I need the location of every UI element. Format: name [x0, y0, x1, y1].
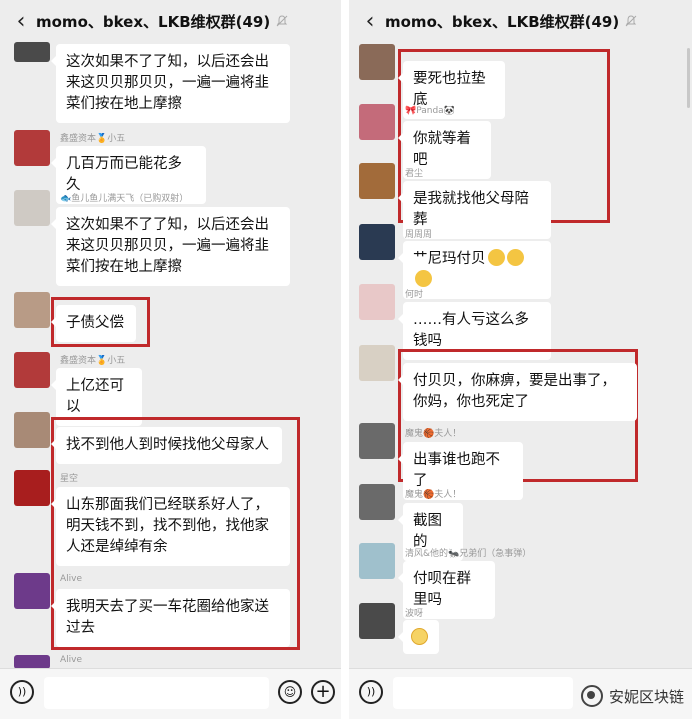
watermark: 安妮区块链: [580, 685, 684, 707]
sender-name: 🐟鱼儿鱼儿满天飞（已购双射）: [60, 194, 189, 204]
avatar[interactable]: [359, 44, 395, 80]
sender-name: 魔鬼🏀夫人！: [405, 490, 462, 500]
avatar[interactable]: [359, 484, 395, 520]
sad-emoji-icon: [415, 270, 432, 287]
message-bubble: 付贝贝，你麻痹，要是出事了，你妈，你也死定了: [398, 363, 637, 421]
sender-name: Alive: [60, 655, 83, 665]
message-bubble: [398, 620, 439, 654]
avatar[interactable]: [14, 130, 50, 166]
sad-emoji-icon: [506, 249, 524, 266]
message-text: 艹尼玛付贝: [413, 251, 486, 267]
panel-divider: [341, 0, 349, 719]
avatar[interactable]: [359, 543, 395, 579]
chat-panel-right: ‹ momo、bkex、LKB维权群(49) 要死也拉垫底 🎀Panda🐼 你就…: [349, 0, 692, 719]
message-bubble: 这次如果不了了知，以后还会出来这贝贝那贝贝，一遍一遍将韭菜们按在地上摩擦: [51, 44, 290, 123]
avatar[interactable]: [359, 284, 395, 320]
message-bubble: 我明天去了买一车花圈给他家送过去: [51, 589, 290, 647]
avatar[interactable]: [359, 104, 395, 140]
sender-name: 何时: [405, 290, 424, 300]
chat-header: ‹ momo、bkex、LKB维权群(49): [349, 0, 692, 42]
avatar[interactable]: [14, 470, 50, 506]
wechat-logo-icon: [580, 685, 603, 707]
back-icon[interactable]: ‹: [6, 9, 36, 34]
mute-bell-icon: [276, 15, 288, 27]
input-bar: )) 安妮区块链: [349, 668, 692, 719]
message-bubble: 艹尼玛付贝: [398, 241, 551, 299]
message-bubble: 子债父偿: [51, 305, 136, 342]
sender-name: Alive: [60, 574, 83, 584]
sender-name: 周周周: [405, 230, 433, 240]
watermark-text: 安妮区块链: [608, 687, 684, 706]
input-bar: )) ☺ +: [0, 668, 341, 719]
chat-header: ‹ momo、bkex、LKB维权群(49): [0, 0, 341, 42]
emoji-icon[interactable]: ☺: [278, 680, 302, 704]
avatar[interactable]: [14, 352, 50, 388]
avatar[interactable]: [14, 573, 50, 609]
message-input[interactable]: [44, 677, 269, 709]
sender-name: 波呀: [405, 609, 424, 619]
back-icon[interactable]: ‹: [355, 9, 385, 34]
sender-name: 星空: [60, 474, 79, 484]
avatar[interactable]: [14, 190, 50, 226]
avatar[interactable]: [14, 412, 50, 448]
voice-icon[interactable]: )): [10, 680, 34, 704]
scrollbar[interactable]: [687, 48, 690, 108]
avatar[interactable]: [14, 292, 50, 328]
mute-bell-icon: [625, 15, 637, 27]
sender-name: 🎀Panda🐼: [405, 106, 455, 116]
sender-name: 清风&他的🐜兄弟们（急事弹）: [405, 549, 532, 559]
avatar[interactable]: [359, 224, 395, 260]
sender-name: 鑫盛资本🏅小五: [60, 134, 126, 144]
sad-emoji-icon: [487, 249, 505, 266]
message-input[interactable]: [393, 677, 573, 709]
message-bubble: 这次如果不了了知，以后还会出来这贝贝那贝贝，一遍一遍将韭菜们按在地上摩擦: [51, 207, 290, 286]
chat-title: momo、bkex、LKB维权群(49): [385, 12, 620, 31]
sender-name: 鑫盛资本🏅小五: [60, 356, 126, 366]
sender-name: 君尘: [405, 169, 424, 179]
message-bubble: 山东那面我们已经联系好人了，明天钱不到，找不到他，找他家人还是绰绰有余: [51, 487, 290, 566]
chat-title: momo、bkex、LKB维权群(49): [36, 12, 271, 31]
sender-name: 魔鬼🏀夫人！: [405, 429, 462, 439]
plus-icon[interactable]: +: [311, 680, 335, 704]
avatar[interactable]: [359, 345, 395, 381]
avatar[interactable]: [359, 163, 395, 199]
shocked-emoji-icon: [411, 628, 428, 645]
avatar[interactable]: [359, 603, 395, 639]
avatar[interactable]: [14, 655, 50, 669]
chat-panel-left: ‹ momo、bkex、LKB维权群(49) 这次如果不了了知，以后还会出来这贝…: [0, 0, 341, 719]
avatar[interactable]: [359, 423, 395, 459]
avatar[interactable]: [14, 42, 50, 62]
voice-icon[interactable]: )): [359, 680, 383, 704]
message-bubble: 找不到他人到时候找他父母家人: [51, 427, 282, 464]
